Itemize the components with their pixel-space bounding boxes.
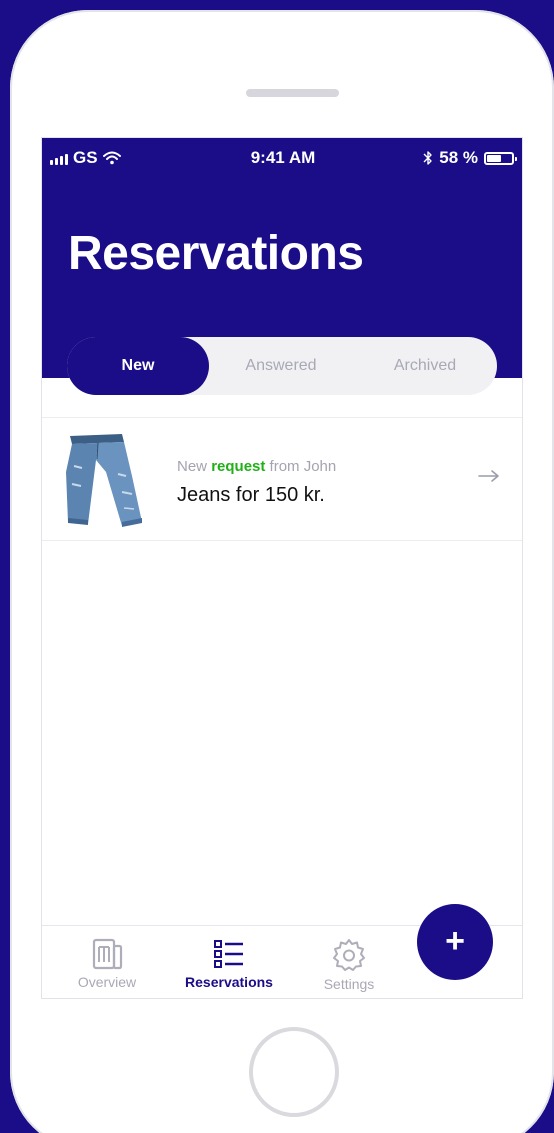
stage: GS 9:41 AM 58 % Reservations New Answere…: [0, 0, 554, 1133]
segmented-tabs: New Answered Archived: [67, 337, 497, 395]
tabbar-item-overview[interactable]: Overview: [52, 926, 162, 998]
tabbar-label-reservations: Reservations: [185, 974, 273, 990]
reservation-prefix: New: [177, 458, 212, 475]
reservation-suffix: from John: [265, 458, 337, 475]
status-right: 58 %: [423, 148, 517, 168]
app-screen: GS 9:41 AM 58 % Reservations New Answere…: [41, 137, 523, 999]
status-bar: GS 9:41 AM 58 %: [42, 148, 522, 170]
battery-level: [487, 154, 501, 162]
tab-archived[interactable]: Archived: [353, 337, 497, 395]
tabbar-item-settings[interactable]: Settings: [294, 926, 404, 998]
tab-answered[interactable]: Answered: [209, 337, 353, 395]
battery-tip: [515, 156, 517, 161]
tabbar-label-settings: Settings: [323, 976, 375, 992]
tabbar-item-reservations[interactable]: Reservations: [174, 926, 284, 998]
arrow-right-icon: [478, 470, 499, 482]
add-button[interactable]: +: [417, 904, 493, 980]
reservation-subtitle: New request from John: [177, 458, 336, 475]
bluetooth-icon: [423, 151, 432, 165]
page-title: Reservations: [68, 227, 364, 280]
reservation-title: Jeans for 150 kr.: [177, 484, 325, 506]
battery-icon: [484, 151, 517, 165]
plus-icon: +: [445, 922, 465, 960]
reservation-highlight: request: [211, 458, 266, 475]
tab-new[interactable]: New: [67, 337, 209, 395]
jeans-image: [66, 434, 142, 527]
list-icon: [214, 940, 243, 968]
gear-icon: [333, 939, 365, 971]
reservation-list-item[interactable]: New request from John Jeans for 150 kr.: [42, 417, 522, 541]
tabbar-label-overview: Overview: [77, 974, 137, 990]
phone-speaker: [246, 89, 339, 97]
home-button[interactable]: [249, 1027, 339, 1117]
overview-icon: [92, 938, 123, 970]
battery-percent: 58 %: [439, 148, 478, 167]
